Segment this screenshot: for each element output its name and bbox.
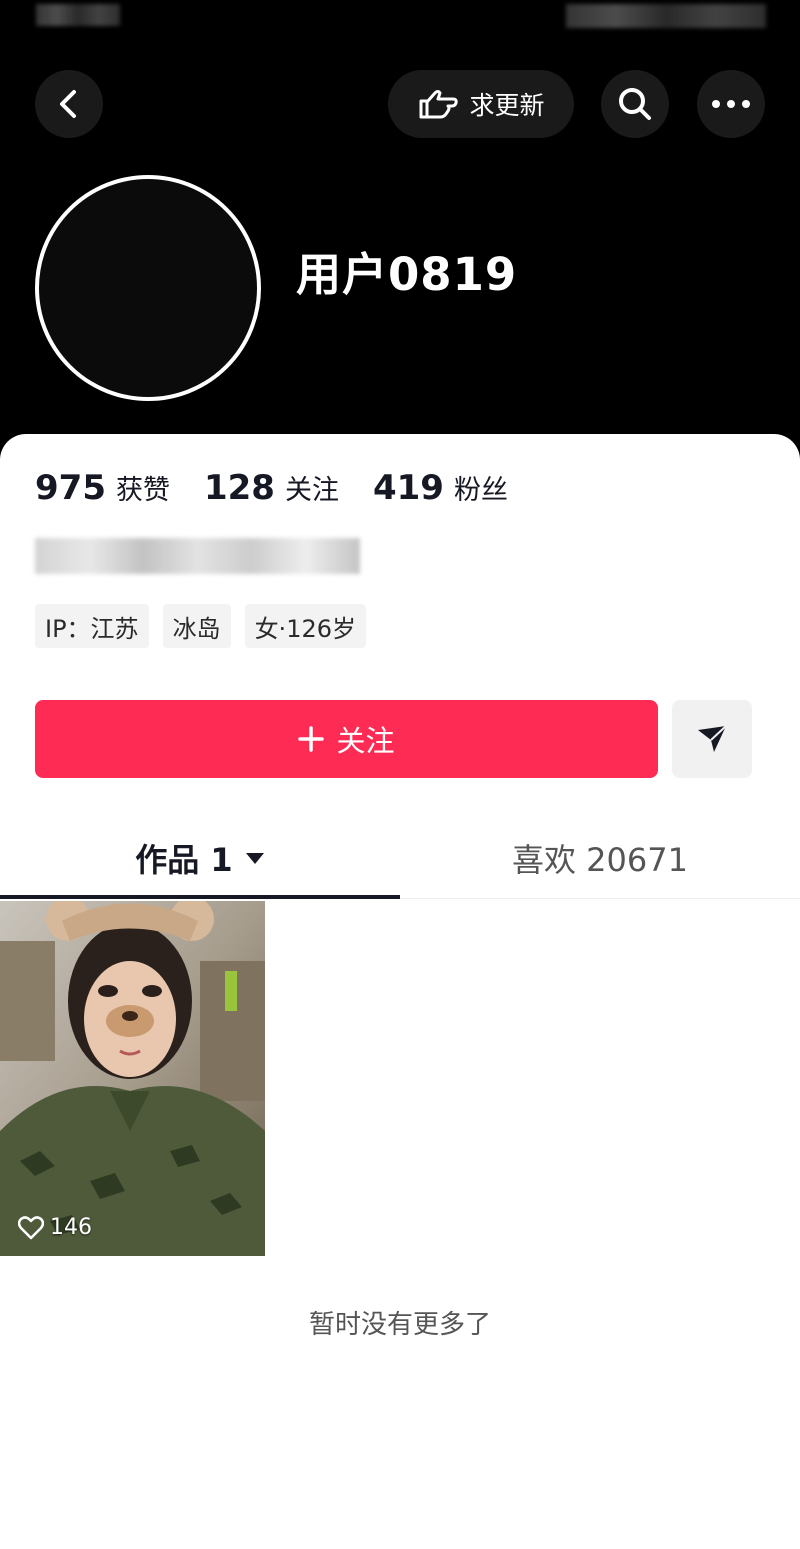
share-button[interactable]: [672, 700, 752, 778]
heart-icon: [18, 1215, 44, 1239]
profile-tags: IP：江苏 冰岛 女·126岁: [35, 604, 366, 648]
likes-label: 获赞: [115, 475, 170, 506]
ip-location-tag: IP：江苏: [35, 604, 149, 648]
gender-age-tag: 女·126岁: [244, 604, 366, 648]
send-icon: [698, 725, 727, 752]
search-icon: [619, 88, 651, 120]
following-count[interactable]: 128: [204, 468, 275, 508]
tab-divider: [400, 898, 800, 899]
search-button[interactable]: [601, 70, 669, 138]
status-bar: [0, 0, 800, 34]
status-time-blurred: [36, 4, 120, 26]
username: 用户0819: [296, 248, 518, 301]
request-update-label: 求更新: [469, 91, 545, 120]
request-update-button[interactable]: 求更新: [388, 70, 574, 138]
active-tab-indicator: [0, 895, 400, 899]
bio-blurred: [35, 538, 360, 574]
following-label: 关注: [284, 475, 339, 506]
video-likes: 146: [18, 1215, 92, 1240]
plus-icon: [298, 726, 325, 752]
chevron-left-icon: [60, 90, 76, 118]
video-thumbnail-image: [0, 901, 265, 1256]
tab-works[interactable]: 作品 1: [0, 818, 400, 898]
follow-label: 关注: [336, 724, 395, 758]
end-of-list-text: 暂时没有更多了: [308, 1310, 491, 1340]
video-likes-count: 146: [50, 1215, 92, 1240]
tab-works-label: 作品 1: [135, 841, 233, 879]
likes-count[interactable]: 975: [35, 468, 106, 508]
caret-down-icon[interactable]: [245, 851, 265, 865]
profile-header: 求更新 用户0819: [0, 0, 800, 470]
followers-count[interactable]: 419: [373, 468, 444, 508]
followers-label: 粉丝: [453, 475, 508, 506]
back-button[interactable]: [35, 70, 103, 138]
follow-button[interactable]: 关注: [35, 700, 658, 778]
more-dots-icon: [712, 100, 750, 108]
status-icons-blurred: [566, 4, 766, 28]
profile-stats: 975 获赞 128 关注 419 粉丝: [35, 468, 542, 508]
pointing-hand-icon: [419, 90, 459, 119]
video-thumbnail[interactable]: 146: [0, 901, 265, 1256]
more-button[interactable]: [697, 70, 765, 138]
avatar[interactable]: [35, 175, 261, 401]
region-tag: 冰岛: [162, 604, 231, 648]
tab-likes-label: 喜欢 20671: [512, 841, 688, 879]
tab-likes[interactable]: 喜欢 20671: [400, 818, 800, 898]
